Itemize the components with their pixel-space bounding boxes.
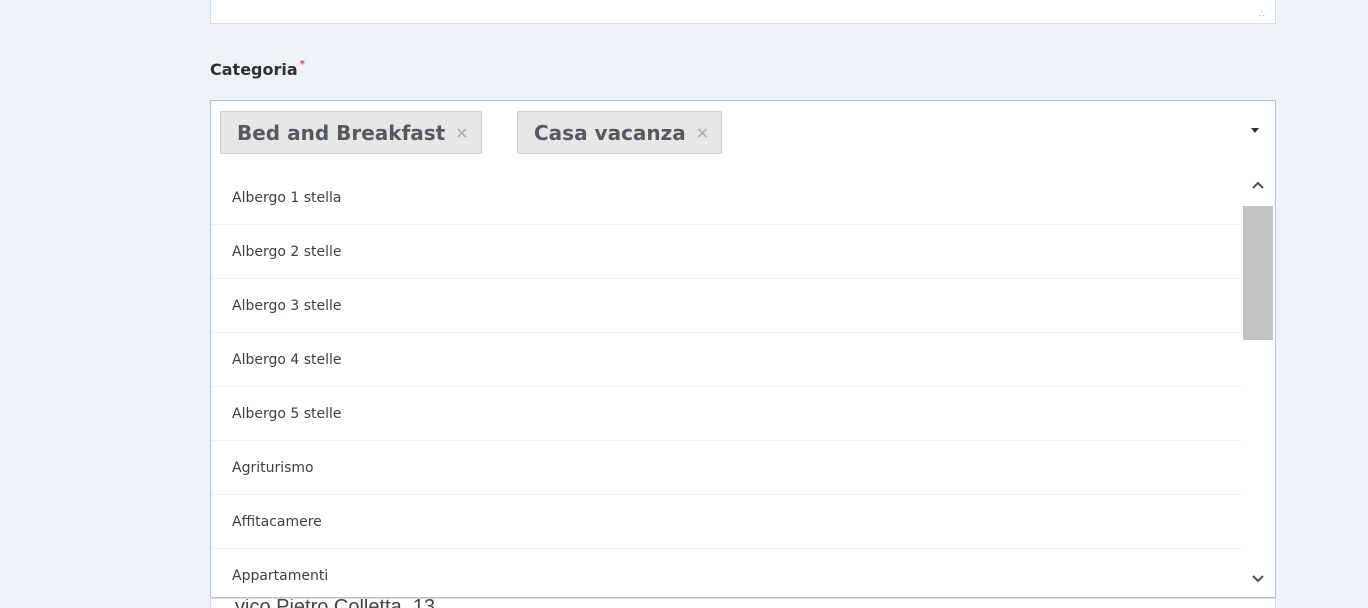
options-scrollbar[interactable]	[1243, 172, 1273, 592]
caret-down-icon[interactable]	[1251, 128, 1259, 133]
required-marker: *	[299, 59, 305, 70]
address-value: vico Pietro Colletta, 13	[235, 599, 435, 608]
category-label-text: Categoria	[210, 60, 298, 79]
selected-tag-casa-vacanza: Casa vacanza ×	[517, 111, 723, 154]
option-item[interactable]: Albergo 5 stelle	[211, 387, 1241, 441]
page: ∴ Categoria * Bed and Breakfast × Casa va…	[0, 0, 1368, 608]
option-item[interactable]: Appartamenti	[211, 549, 1241, 597]
scroll-thumb[interactable]	[1243, 206, 1273, 340]
tag-label: Bed and Breakfast	[237, 120, 446, 145]
scroll-up-arrow-icon[interactable]	[1243, 172, 1273, 198]
remove-tag-icon[interactable]: ×	[455, 123, 468, 142]
options-list: Albergo 1 stella Albergo 2 stelle Alberg…	[211, 171, 1241, 597]
remove-tag-icon[interactable]: ×	[696, 123, 709, 142]
selected-tag-bed-and-breakfast: Bed and Breakfast ×	[220, 111, 482, 154]
option-item[interactable]: Albergo 1 stella	[211, 171, 1241, 225]
previous-textarea[interactable]: ∴	[210, 0, 1276, 24]
option-item[interactable]: Agriturismo	[211, 441, 1241, 495]
category-options-dropdown: Albergo 1 stella Albergo 2 stelle Alberg…	[210, 162, 1276, 598]
option-item[interactable]: Affitacamere	[211, 495, 1241, 549]
option-item[interactable]: Albergo 3 stelle	[211, 279, 1241, 333]
scroll-track[interactable]	[1243, 198, 1273, 566]
tag-label: Casa vacanza	[534, 120, 686, 145]
category-label: Categoria *	[210, 59, 305, 79]
option-item[interactable]: Albergo 2 stelle	[211, 225, 1241, 279]
address-input[interactable]: vico Pietro Colletta, 13	[210, 598, 1276, 608]
option-item[interactable]: Albergo 4 stelle	[211, 333, 1241, 387]
category-multiselect[interactable]: Bed and Breakfast × Casa vacanza ×	[210, 100, 1276, 163]
resize-grip-icon[interactable]: ∴	[1259, 11, 1269, 20]
scroll-down-arrow-icon[interactable]	[1243, 566, 1273, 592]
